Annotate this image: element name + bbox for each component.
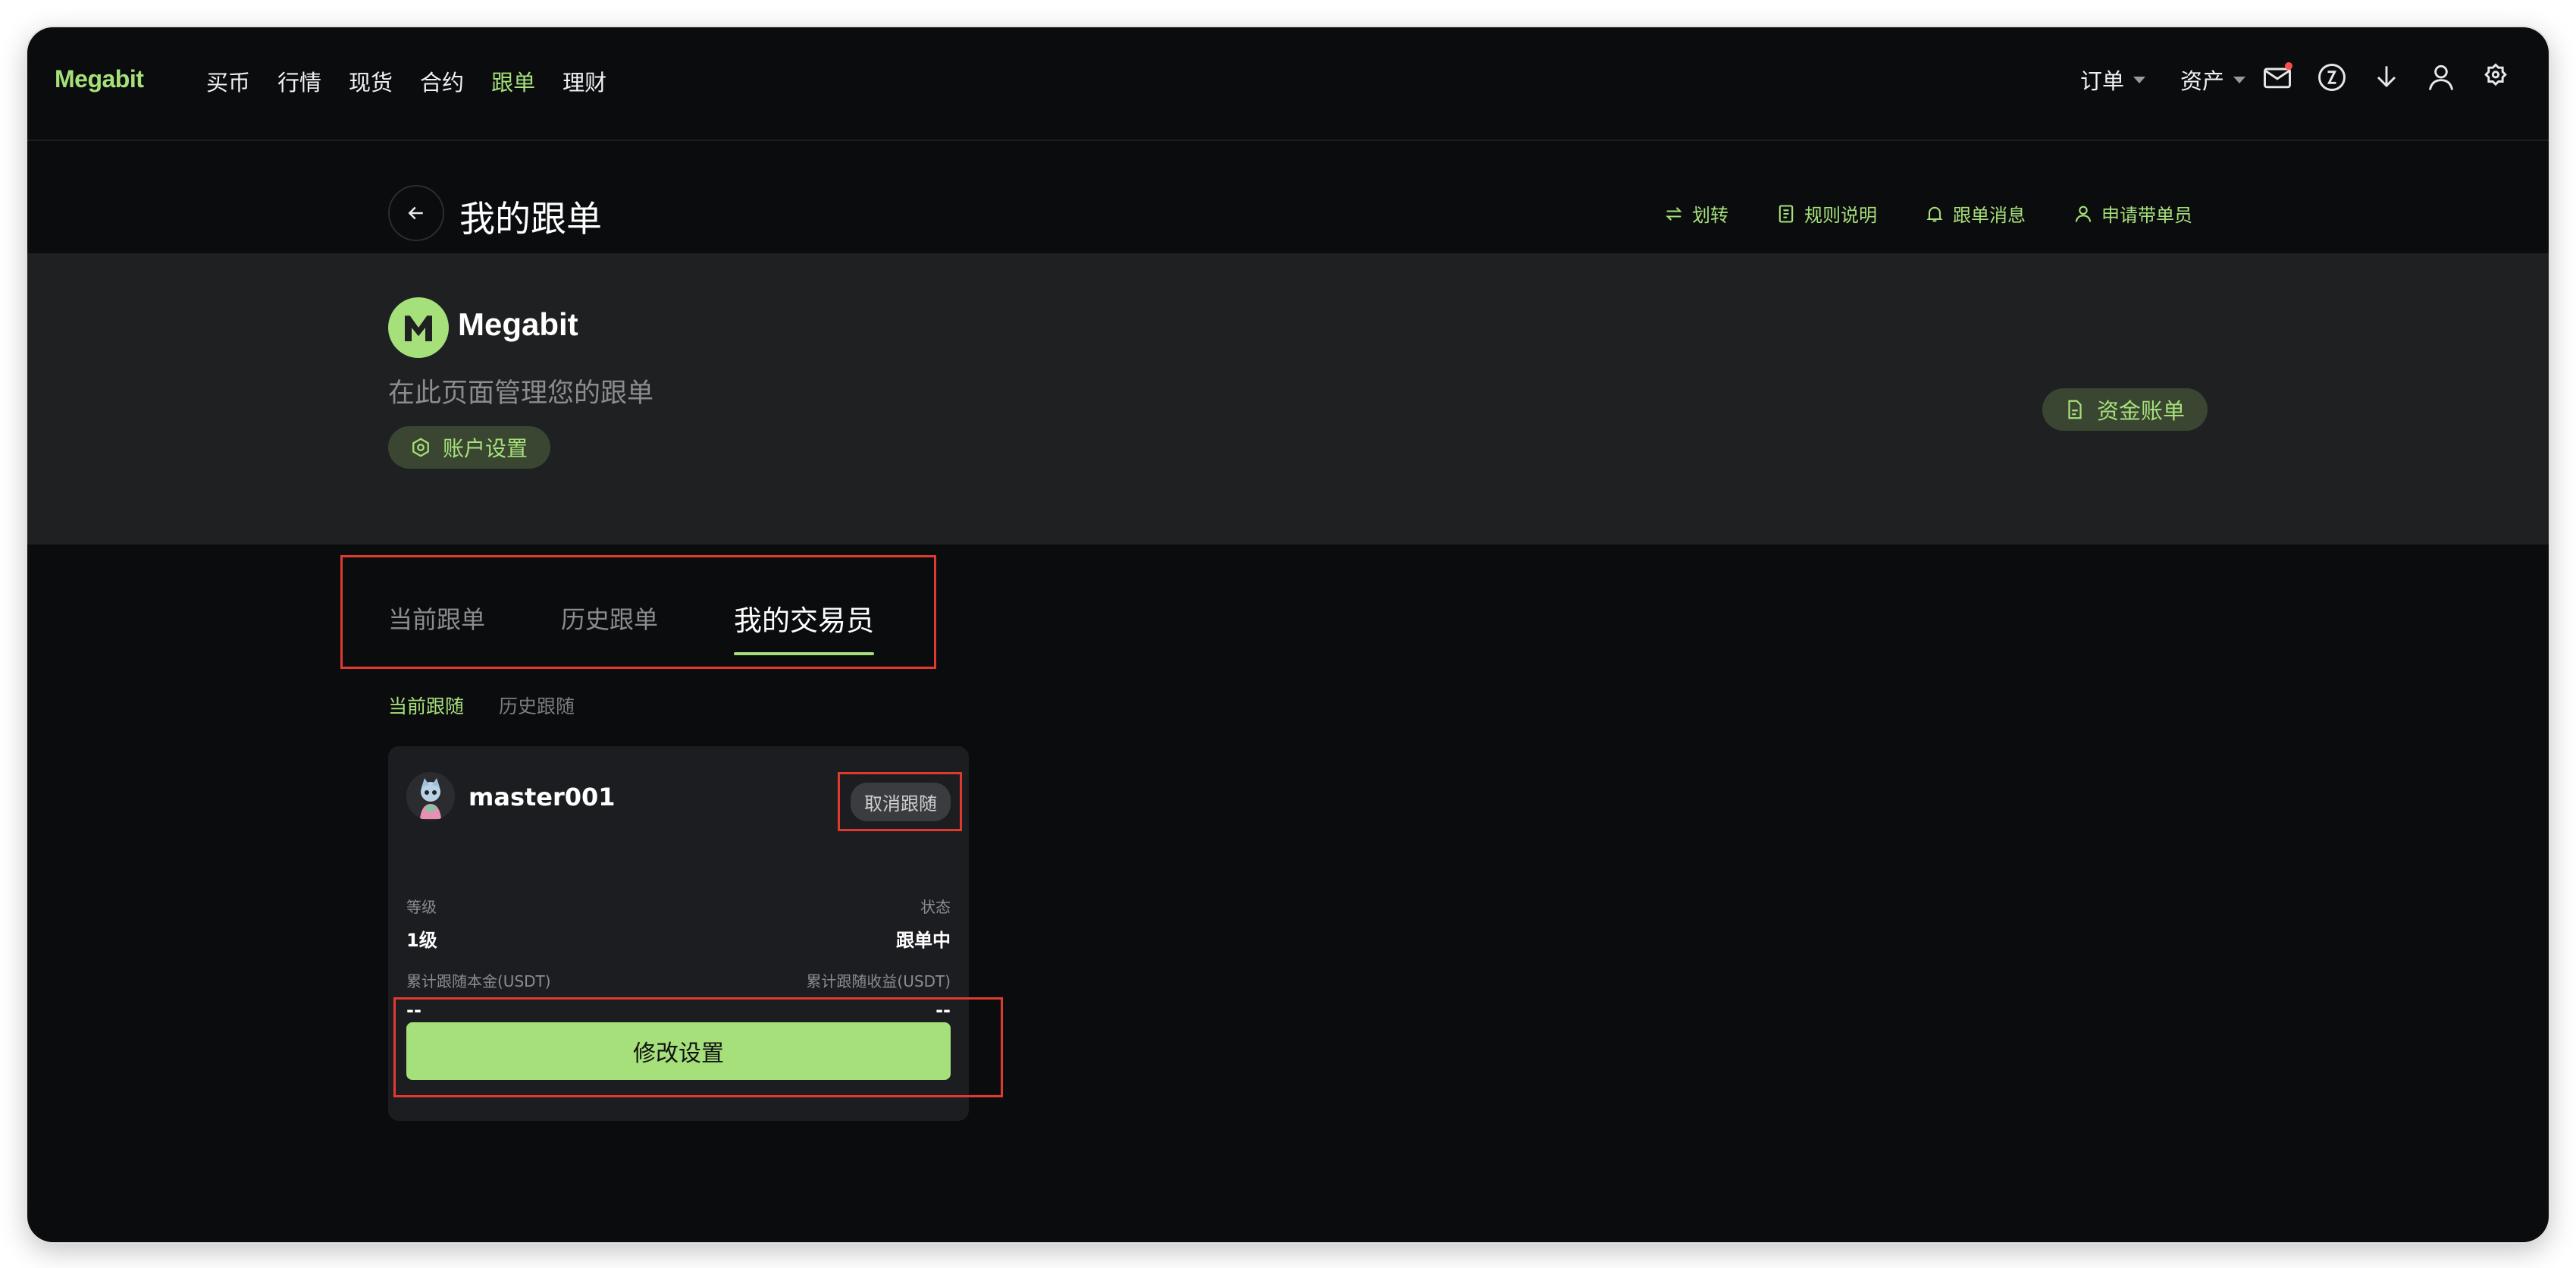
banner-subtitle: 在此页面管理您的跟单 — [388, 378, 654, 409]
nav-futures[interactable]: 合约 — [420, 65, 464, 97]
nav-markets[interactable]: 行情 — [277, 65, 321, 97]
caret-down-icon — [2133, 76, 2145, 83]
top-navigation-bar: Megabit 买币 行情 现货 合约 跟单 理财 订单 资产 — [27, 27, 2549, 141]
fund-bill-button[interactable]: 资金账单 — [2042, 388, 2208, 431]
level-label: 等级 — [406, 898, 437, 916]
back-button[interactable] — [388, 185, 444, 241]
principal-label: 累计跟随本金(USDT) — [406, 972, 551, 990]
download-icon[interactable] — [2370, 61, 2403, 94]
orders-label: 订单 — [2079, 68, 2124, 94]
nav-spot[interactable]: 现货 — [349, 65, 393, 97]
orders-dropdown[interactable]: 订单 — [2080, 64, 2145, 96]
document-icon — [1778, 204, 1794, 223]
trader-avatar-icon — [406, 772, 455, 821]
copy-trading-tabs: 当前跟单 历史跟单 我的交易员 — [388, 598, 875, 655]
subtab-current-follow[interactable]: 当前跟随 — [388, 692, 464, 719]
page-title: 我的跟单 — [459, 199, 602, 240]
profit-label: 累计跟随收益(USDT) — [806, 972, 951, 990]
tab-history-copy[interactable]: 历史跟单 — [561, 601, 658, 642]
notification-dot — [2285, 62, 2292, 70]
bell-icon — [1926, 206, 1943, 221]
file-icon — [2068, 400, 2082, 419]
rules-label: 规则说明 — [1804, 205, 1877, 226]
tab-my-traders-label: 我的交易员 — [734, 604, 875, 637]
tab-current-copy[interactable]: 当前跟单 — [388, 601, 485, 642]
account-settings-button[interactable]: 账户设置 — [388, 426, 551, 469]
apply-label: 申请带单员 — [2101, 205, 2192, 226]
brand-name: Megabit — [458, 306, 578, 342]
subtab-history-follow[interactable]: 历史跟随 — [499, 692, 575, 719]
status-label: 状态 — [920, 898, 951, 916]
messages-link[interactable]: 跟单消息 — [1924, 200, 2026, 227]
transfer-icon — [1666, 206, 1682, 221]
nav-buy-coin[interactable]: 买币 — [206, 65, 250, 97]
nav-copy-trading[interactable]: 跟单 — [491, 65, 535, 97]
active-tab-underline — [734, 652, 875, 655]
caret-down-icon — [2233, 76, 2245, 83]
nav-earn[interactable]: 理财 — [563, 65, 606, 97]
logo[interactable]: Megabit — [55, 65, 144, 93]
level-value: 1级 — [406, 930, 437, 951]
apply-lead-trader-link[interactable]: 申请带单员 — [2073, 200, 2192, 227]
status-value: 跟单中 — [896, 930, 951, 951]
user-icon[interactable] — [2424, 61, 2458, 94]
app-window: Megabit 买币 行情 现货 合约 跟单 理财 订单 资产 我的跟单 划转 … — [27, 27, 2549, 1242]
account-settings-label: 账户设置 — [443, 436, 528, 461]
trader-name[interactable]: master001 — [469, 783, 616, 811]
rules-link[interactable]: 规则说明 — [1775, 200, 1877, 227]
right-nav: 订单 资产 — [2080, 64, 2245, 96]
person-icon — [2075, 206, 2092, 222]
megabit-m-icon — [405, 315, 432, 341]
follow-subtabs: 当前跟随 历史跟随 — [388, 692, 575, 719]
brand-logo-icon — [388, 297, 449, 358]
mail-icon[interactable] — [2261, 61, 2294, 94]
settings-icon[interactable] — [2479, 61, 2512, 94]
assets-dropdown[interactable]: 资产 — [2180, 64, 2245, 96]
hero-banner: Megabit 在此页面管理您的跟单 账户设置 资金账单 — [27, 253, 2549, 545]
page-links: 划转 规则说明 跟单消息 申请带单员 — [1663, 200, 2192, 227]
messages-label: 跟单消息 — [1953, 205, 2026, 226]
header-icons — [2261, 61, 2549, 97]
gear-icon — [412, 438, 429, 457]
transfer-label: 划转 — [1692, 205, 1728, 226]
highlight-box-unfollow — [838, 772, 962, 831]
assets-label: 资产 — [2180, 68, 2224, 94]
fund-bill-label: 资金账单 — [2097, 398, 2186, 424]
tab-my-traders[interactable]: 我的交易员 — [734, 598, 875, 655]
main-nav: 买币 行情 现货 合约 跟单 理财 — [206, 65, 634, 97]
highlight-box-edit — [393, 997, 1003, 1097]
arrow-left-icon — [408, 206, 423, 220]
language-icon[interactable] — [2315, 61, 2349, 94]
transfer-link[interactable]: 划转 — [1663, 200, 1728, 227]
trader-avatar — [406, 772, 455, 821]
